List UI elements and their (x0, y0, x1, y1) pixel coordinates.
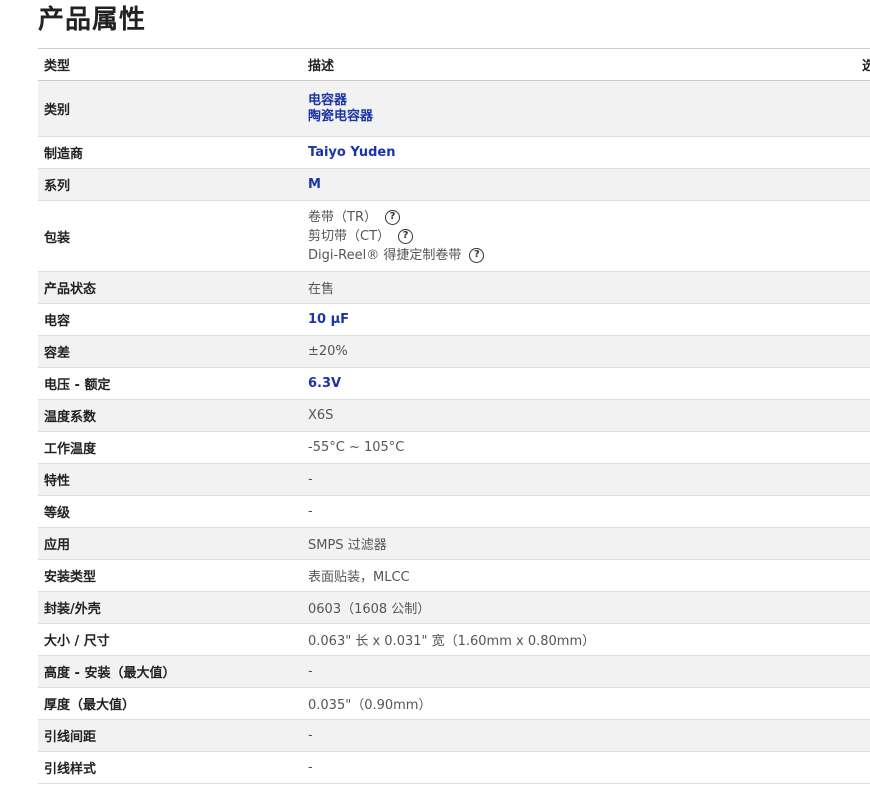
packaging-label: 卷带（TR） (308, 209, 377, 225)
voltage-link[interactable]: 6.3V (308, 376, 870, 392)
row-label: 特性 (44, 474, 71, 489)
packaging-label: 剪切带（CT） (308, 228, 391, 244)
table-row: 容差 ±20% (38, 336, 870, 368)
table-row: 等级 - (38, 496, 870, 528)
table-row: 高度 - 安装（最大值） - (38, 656, 870, 688)
row-label: 应用 (44, 538, 71, 553)
row-value: - (308, 760, 313, 775)
table-row: 温度系数 X6S (38, 400, 870, 432)
row-value: - (308, 728, 313, 743)
table-row: 工作温度 -55°C ~ 105°C (38, 432, 870, 464)
table-row: 大小 / 尺寸 0.063" 长 x 0.031" 宽（1.60mm x 0.8… (38, 624, 870, 656)
table-row: 系列 M (38, 169, 870, 201)
row-value: 0603（1608 公制） (308, 602, 431, 617)
row-label: 封装/外壳 (44, 602, 101, 617)
row-value: 6.3V (302, 376, 870, 392)
table-row: 封装/外壳 0603（1608 公制） (38, 592, 870, 624)
manufacturer-link[interactable]: Taiyo Yuden (308, 145, 870, 161)
row-label: 引线间距 (44, 730, 97, 745)
question-circle-icon[interactable]: ? (384, 209, 400, 225)
row-value: 电容器 陶瓷电容器 (302, 93, 870, 125)
row-label: 引线样式 (44, 762, 97, 777)
row-label: 厚度（最大值） (44, 698, 136, 713)
row-value: - (308, 504, 313, 519)
row-label: 安装类型 (44, 570, 97, 585)
row-label: 等级 (44, 506, 71, 521)
question-circle-icon[interactable]: ? (469, 247, 485, 263)
table-row: 安装类型 表面贴装，MLCC (38, 560, 870, 592)
table-row: 电压 - 额定 6.3V (38, 368, 870, 400)
row-value: - (308, 664, 313, 679)
row-value: -55°C ~ 105°C (308, 440, 405, 455)
page-title: 产品属性 (38, 5, 147, 35)
table-header-row: 类型 描述 选 (38, 49, 870, 81)
table-row: 制造商 Taiyo Yuden (38, 137, 870, 169)
category-link-capacitors[interactable]: 电容器 (308, 93, 870, 109)
row-label: 产品状态 (44, 282, 97, 297)
row-value: Taiyo Yuden (302, 145, 870, 161)
row-label: 温度系数 (44, 410, 97, 425)
table-row: 引线样式 - (38, 752, 870, 784)
row-label: 系列 (44, 179, 71, 194)
row-value: M (302, 177, 870, 193)
packaging-option: 卷带（TR） ? (308, 208, 870, 227)
header-select: 选 (862, 59, 870, 74)
row-value: 10 µF (302, 312, 870, 328)
row-value: SMPS 过滤器 (308, 538, 387, 553)
row-label: 大小 / 尺寸 (44, 634, 110, 649)
row-label: 电容 (44, 314, 71, 329)
table-row: 包装 卷带（TR） ? 剪切带（CT） ? Digi-Reel® 得捷定制卷带 … (38, 201, 870, 272)
table-row: 类别 电容器 陶瓷电容器 (38, 81, 870, 137)
row-value: X6S (308, 408, 334, 423)
packaging-option: Digi-Reel® 得捷定制卷带 ? (308, 246, 870, 265)
table-row: 厚度（最大值） 0.035"（0.90mm） (38, 688, 870, 720)
row-value: 表面贴装，MLCC (308, 570, 410, 585)
packaging-option: 剪切带（CT） ? (308, 227, 870, 246)
row-label: 包装 (44, 230, 71, 246)
table-row: 应用 SMPS 过滤器 (38, 528, 870, 560)
table-row: 产品状态 在售 (38, 272, 870, 304)
header-description: 描述 (308, 59, 335, 74)
row-label: 高度 - 安装（最大值） (44, 666, 176, 681)
row-value: - (308, 472, 313, 487)
question-circle-icon[interactable]: ? (398, 228, 414, 244)
capacitance-link[interactable]: 10 µF (308, 312, 870, 328)
table-row: 引线间距 - (38, 720, 870, 752)
product-attributes-table: 类型 描述 选 类别 电容器 陶瓷电容器 制造商 Taiyo Yuden 系列 … (38, 48, 870, 784)
row-label: 电压 - 额定 (44, 378, 111, 393)
row-label: 制造商 (44, 147, 84, 162)
row-label: 容差 (44, 346, 71, 361)
header-type: 类型 (44, 59, 71, 74)
row-label: 工作温度 (44, 442, 97, 457)
table-row: 特性 - (38, 464, 870, 496)
packaging-label: Digi-Reel® 得捷定制卷带 (308, 247, 462, 263)
row-value: 在售 (308, 282, 335, 297)
table-row: 电容 10 µF (38, 304, 870, 336)
row-value: 0.063" 长 x 0.031" 宽（1.60mm x 0.80mm） (308, 634, 596, 649)
category-link-ceramic-capacitors[interactable]: 陶瓷电容器 (308, 109, 870, 125)
row-value: 0.035"（0.90mm） (308, 698, 432, 713)
row-value: ±20% (308, 344, 348, 359)
row-label: 类别 (44, 103, 71, 118)
series-link[interactable]: M (308, 177, 870, 193)
row-value: 卷带（TR） ? 剪切带（CT） ? Digi-Reel® 得捷定制卷带 ? (302, 208, 870, 265)
